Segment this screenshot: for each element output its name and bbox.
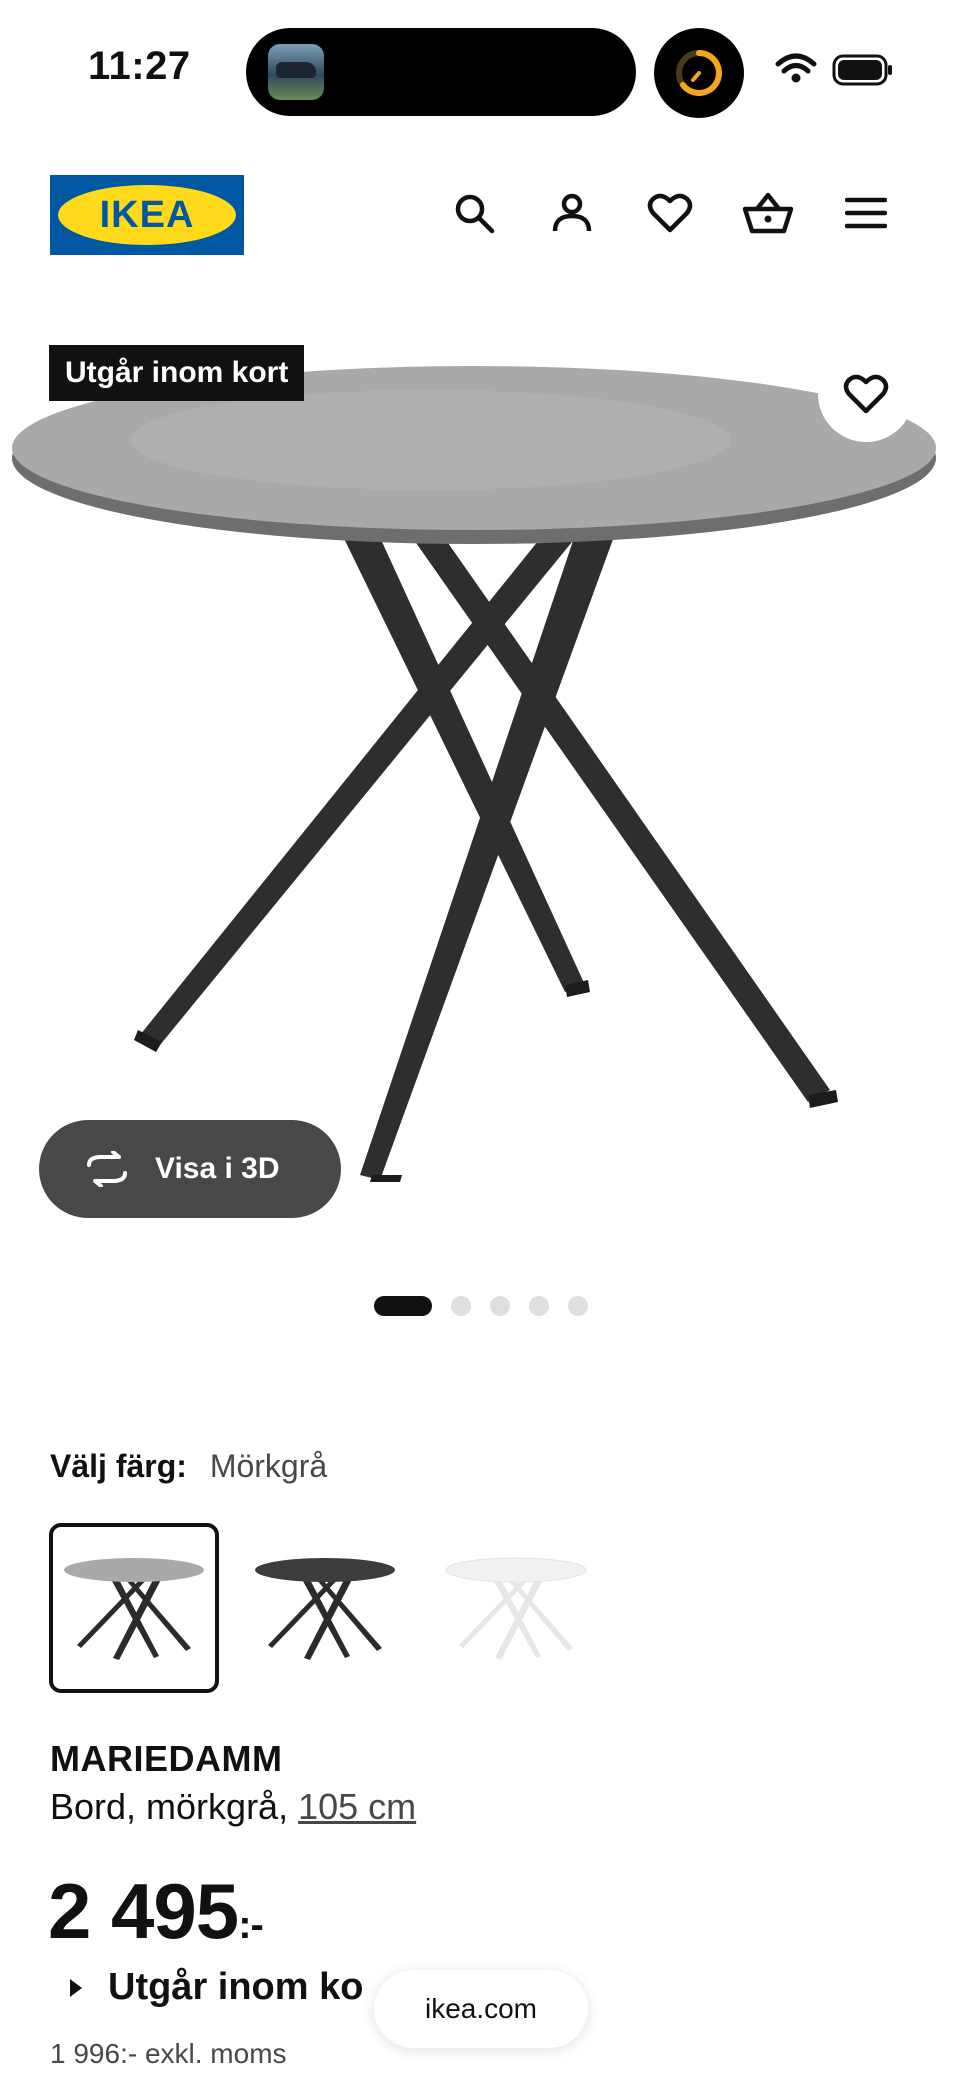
pagination-dot[interactable] — [451, 1296, 471, 1316]
product-name: MARIEDAMM — [50, 1738, 283, 1779]
heart-icon[interactable] — [642, 185, 698, 241]
pagination-dot[interactable] — [490, 1296, 510, 1316]
availability-text: Utgår inom ko — [108, 1966, 364, 2008]
pagination-dot[interactable] — [529, 1296, 549, 1316]
color-label: Välj färg: — [50, 1448, 187, 1484]
cart-icon[interactable] — [740, 185, 796, 241]
timer-icon — [654, 28, 744, 118]
price-suffix: :- — [238, 1903, 264, 1947]
caret-right-icon — [70, 1978, 82, 1997]
dynamic-island — [246, 28, 636, 116]
price-value: 2 495 — [48, 1867, 239, 1955]
pagination-dot-active[interactable] — [374, 1296, 432, 1316]
availability-toggle[interactable]: Utgår inom ko — [70, 1966, 363, 2009]
media-thumbnail — [268, 44, 324, 100]
status-time: 11:27 — [88, 44, 191, 88]
favorite-button[interactable] — [818, 346, 914, 442]
view-in-3d-button[interactable]: Visa i 3D — [39, 1120, 341, 1218]
logo-text: IKEA — [99, 194, 195, 236]
menu-icon[interactable] — [838, 185, 894, 241]
logo-oval: IKEA — [58, 185, 236, 245]
color-swatch-black[interactable] — [240, 1523, 410, 1693]
color-selection-row: Välj färg: Mörkgrå — [50, 1448, 327, 1485]
rotate-3d-icon — [87, 1151, 127, 1187]
search-icon[interactable] — [446, 185, 502, 241]
wifi-battery-icon — [775, 53, 892, 86]
price-excl-vat: 1 996:- exkl. moms — [50, 2038, 287, 2069]
status-indicators — [774, 50, 894, 90]
color-value: Mörkgrå — [209, 1448, 328, 1484]
color-swatch-white[interactable] — [431, 1523, 601, 1693]
account-icon[interactable] — [544, 185, 600, 241]
product-description: Bord, mörkgrå, 105 cm — [50, 1786, 416, 1828]
pagination-dot[interactable] — [568, 1296, 588, 1316]
discontinue-badge: Utgår inom kort — [49, 345, 305, 401]
product-price: 2 495:- — [48, 1867, 264, 1968]
image-pagination[interactable] — [374, 1296, 588, 1316]
product-description-text: Bord, mörkgrå, — [50, 1786, 299, 1827]
heart-icon — [843, 374, 889, 414]
product-size-link[interactable]: 105 cm — [298, 1786, 416, 1827]
view-in-3d-label: Visa i 3D — [155, 1152, 280, 1185]
browser-url-pill[interactable]: ikea.com — [374, 1970, 588, 2048]
color-swatch-dark-grey[interactable] — [49, 1523, 219, 1693]
ikea-logo[interactable]: IKEA — [50, 175, 244, 255]
